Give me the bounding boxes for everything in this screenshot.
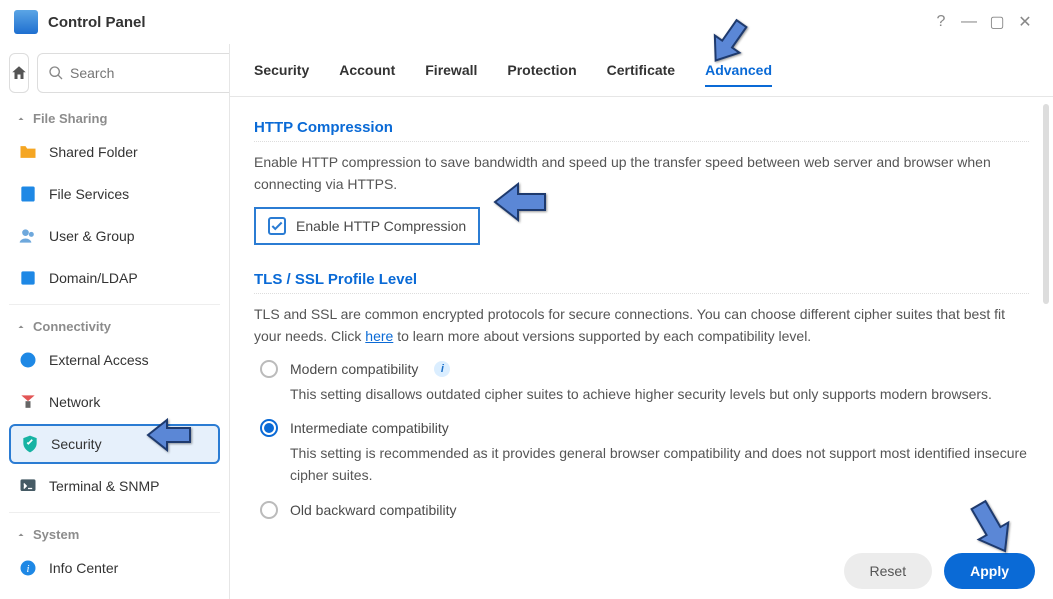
sidebar-item-label: User & Group — [49, 228, 135, 244]
radio-icon — [260, 501, 278, 519]
sidebar-item-external-access[interactable]: External Access — [9, 340, 220, 380]
app-title: Control Panel — [48, 14, 146, 31]
network-icon — [17, 391, 39, 413]
scrollbar[interactable] — [1043, 104, 1049, 304]
radio-label: Intermediate compatibility — [290, 420, 449, 436]
sidebar-item-domain-ldap[interactable]: Domain/LDAP — [9, 258, 220, 298]
section-tls-title: TLS / SSL Profile Level — [254, 263, 1029, 294]
user-group-icon — [17, 225, 39, 247]
search-field[interactable] — [37, 53, 230, 93]
radio-modern-desc: This setting disallows outdated cipher s… — [290, 384, 1029, 406]
home-icon — [10, 64, 28, 82]
sidebar-item-label: Network — [49, 394, 100, 410]
tab-firewall[interactable]: Firewall — [425, 62, 477, 86]
terminal-icon — [17, 475, 39, 497]
sidebar: File Sharing Shared Folder File Services… — [0, 44, 230, 599]
group-label: Connectivity — [33, 319, 111, 334]
app-icon — [14, 10, 38, 34]
info-icon: i — [17, 557, 39, 579]
sidebar-item-file-services[interactable]: File Services — [9, 174, 220, 214]
footer: Reset Apply — [844, 553, 1035, 589]
sidebar-item-label: Security — [51, 436, 102, 452]
panel-advanced: HTTP Compression Enable HTTP compression… — [230, 97, 1053, 599]
file-service-icon — [17, 183, 39, 205]
titlebar: Control Panel ? — ▢ ✕ — [0, 0, 1053, 44]
radio-label: Modern compatibility — [290, 361, 418, 377]
sidebar-item-shared-folder[interactable]: Shared Folder — [9, 132, 220, 172]
chevron-up-icon — [15, 529, 27, 541]
group-connectivity[interactable]: Connectivity — [9, 311, 220, 340]
radio-label: Old backward compatibility — [290, 502, 457, 518]
section-tls-desc: TLS and SSL are common encrypted protoco… — [254, 304, 1029, 347]
sidebar-item-label: Shared Folder — [49, 144, 138, 160]
tab-advanced[interactable]: Advanced — [705, 62, 772, 86]
radio-icon — [260, 360, 278, 378]
search-icon — [48, 65, 64, 81]
section-http-compression-title: HTTP Compression — [254, 111, 1029, 142]
sidebar-item-info-center[interactable]: i Info Center — [9, 548, 220, 588]
tab-protection[interactable]: Protection — [507, 62, 576, 86]
sidebar-item-label: Domain/LDAP — [49, 270, 138, 286]
sidebar-item-user-group[interactable]: User & Group — [9, 216, 220, 256]
reset-button[interactable]: Reset — [844, 553, 933, 589]
group-label: System — [33, 527, 79, 542]
sidebar-item-label: External Access — [49, 352, 149, 368]
sidebar-item-label: Info Center — [49, 560, 118, 576]
folder-icon — [17, 141, 39, 163]
tab-security[interactable]: Security — [254, 62, 309, 86]
home-button[interactable] — [9, 53, 29, 93]
svg-text:i: i — [26, 563, 29, 575]
tab-bar: Security Account Firewall Protection Cer… — [230, 44, 1053, 97]
content: Security Account Firewall Protection Cer… — [230, 44, 1053, 599]
enable-http-compression-checkbox[interactable]: Enable HTTP Compression — [254, 207, 480, 245]
globe-icon — [17, 349, 39, 371]
radio-modern-compatibility[interactable]: Modern compatibility i — [260, 360, 1029, 378]
radio-intermediate-desc: This setting is recommended as it provid… — [290, 443, 1029, 486]
sidebar-item-label: Terminal & SNMP — [49, 478, 159, 494]
sidebar-item-security[interactable]: Security — [9, 424, 220, 464]
info-icon[interactable]: i — [434, 361, 450, 377]
close-button[interactable]: ✕ — [1011, 8, 1039, 36]
shield-icon — [19, 433, 41, 455]
radio-intermediate-compatibility[interactable]: Intermediate compatibility — [260, 419, 1029, 437]
section-http-compression-desc: Enable HTTP compression to save bandwidt… — [254, 152, 1029, 195]
maximize-button[interactable]: ▢ — [983, 8, 1011, 36]
domain-icon — [17, 267, 39, 289]
checkbox-icon — [268, 217, 286, 235]
group-label: File Sharing — [33, 111, 107, 126]
sidebar-item-label: File Services — [49, 186, 129, 202]
sidebar-item-network[interactable]: Network — [9, 382, 220, 422]
chevron-up-icon — [15, 113, 27, 125]
minimize-button[interactable]: — — [955, 8, 983, 36]
radio-icon — [260, 419, 278, 437]
tab-certificate[interactable]: Certificate — [607, 62, 675, 86]
tls-learn-more-link[interactable]: here — [365, 328, 393, 344]
radio-old-compatibility[interactable]: Old backward compatibility — [260, 501, 1029, 519]
group-system[interactable]: System — [9, 519, 220, 548]
search-input[interactable] — [70, 65, 230, 81]
apply-button[interactable]: Apply — [944, 553, 1035, 589]
help-button[interactable]: ? — [927, 8, 955, 36]
chevron-up-icon — [15, 321, 27, 333]
checkbox-label: Enable HTTP Compression — [296, 218, 466, 234]
sidebar-item-terminal-snmp[interactable]: Terminal & SNMP — [9, 466, 220, 506]
tab-account[interactable]: Account — [339, 62, 395, 86]
group-file-sharing[interactable]: File Sharing — [9, 103, 220, 132]
